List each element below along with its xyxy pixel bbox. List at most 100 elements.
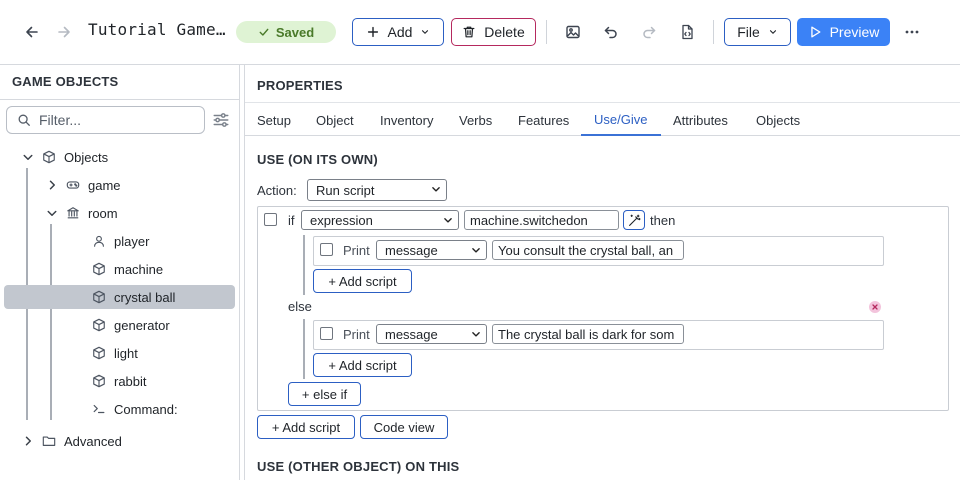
tab-setup[interactable]: Setup (257, 113, 291, 128)
else-label: else (288, 299, 312, 314)
cube-icon (93, 346, 105, 360)
then-print-checkbox[interactable] (320, 243, 333, 256)
if-label: if (288, 213, 295, 228)
then-print-type-select[interactable]: message (376, 240, 487, 260)
tree-item-player[interactable]: player (92, 229, 149, 253)
action-label: Action: (257, 183, 297, 198)
use-on-own-title: USE (ON ITS OWN) (257, 152, 378, 167)
properties-panel: PROPERTIES Setup Object Inventory Verbs … (244, 65, 960, 480)
search-icon (18, 114, 30, 126)
magic-wand-icon (628, 214, 641, 226)
close-icon (872, 304, 878, 310)
tree-item-label: rabbit (114, 373, 147, 389)
tree-item-label: room (88, 205, 118, 221)
main-panel: PROPERTIES Setup Object Inventory Verbs … (240, 64, 960, 480)
properties-title: PROPERTIES (257, 78, 343, 93)
filter-input[interactable]: Filter... (6, 106, 205, 134)
delete-button[interactable]: Delete (451, 18, 536, 46)
file-menu-button[interactable]: File (724, 18, 791, 46)
tab-verbs[interactable]: Verbs (459, 113, 492, 128)
add-label: Add (387, 24, 413, 40)
tree-item-game[interactable]: game (66, 173, 121, 197)
action-select[interactable]: Run script (307, 179, 447, 201)
preview-label: Preview (829, 24, 880, 40)
tab-features[interactable]: Features (518, 113, 569, 128)
condition-type-value: expression (310, 212, 373, 228)
columns-building-icon (67, 207, 79, 219)
tree-item-command[interactable]: Command: (92, 397, 178, 421)
condition-type-select[interactable]: expression (301, 210, 459, 230)
chevron-down-icon[interactable] (22, 151, 34, 163)
chevron-down-icon[interactable] (46, 207, 58, 219)
else-add-script-button[interactable]: + Add script (313, 353, 412, 377)
tree-item-label: Objects (64, 149, 109, 165)
preview-button[interactable]: Preview (797, 18, 890, 46)
chevron-down-icon (769, 30, 776, 34)
toolbar: Tutorial Game… Saved Add Delete File Pre… (0, 0, 960, 64)
else-print-type-select[interactable]: message (376, 324, 487, 344)
tab-use-give[interactable]: Use/Give (594, 112, 647, 127)
chevron-right-icon[interactable] (46, 179, 58, 191)
active-tab-indicator (581, 134, 661, 136)
add-script-button[interactable]: + Add script (257, 415, 355, 439)
chevron-down-icon (444, 218, 452, 223)
condition-expression-input[interactable]: machine.switchedon (464, 210, 619, 230)
image-button[interactable] (559, 18, 587, 46)
sidebar: GAME OBJECTS Filter... Objects game room… (0, 64, 240, 480)
expression-wizard-button[interactable] (623, 210, 645, 230)
tree-line (50, 224, 52, 420)
folder-icon (42, 436, 56, 446)
tree-item-light[interactable]: light (92, 341, 138, 365)
tree-item-objects[interactable]: Objects (42, 145, 108, 169)
sidebar-header: GAME OBJECTS (12, 74, 119, 89)
tree-item-machine[interactable]: machine (92, 257, 163, 281)
else-print-text-input[interactable]: The crystal ball is dark for som (492, 324, 684, 344)
else-print-checkbox[interactable] (320, 327, 333, 340)
more-options-button[interactable] (898, 18, 926, 46)
tree-item-label: Command: (114, 401, 178, 417)
code-view-button[interactable]: Code view (360, 415, 448, 439)
tree-item-room[interactable]: room (66, 201, 118, 225)
tree-item-label: light (114, 345, 138, 361)
else-print-type-value: message (385, 326, 438, 342)
user-icon (94, 235, 104, 247)
tab-inventory[interactable]: Inventory (380, 113, 433, 128)
tree-item-rabbit[interactable]: rabbit (92, 369, 147, 393)
undo-button[interactable] (597, 18, 625, 46)
else-if-button[interactable]: + else if (288, 382, 361, 406)
chevron-down-icon (472, 332, 480, 337)
tab-object[interactable]: Object (316, 113, 354, 128)
arrow-right-icon (58, 26, 70, 38)
code-file-icon (682, 24, 693, 40)
cube-icon (43, 150, 55, 164)
code-file-button[interactable] (673, 18, 701, 46)
tree-item-label: Advanced (64, 433, 122, 449)
chevron-down-icon (422, 30, 429, 34)
tab-attributes[interactable]: Attributes (673, 113, 728, 128)
game-title[interactable]: Tutorial Game… (88, 20, 228, 39)
chevron-right-icon[interactable] (22, 435, 34, 447)
then-print-text-input[interactable]: You consult the crystal ball, an (492, 240, 684, 260)
sidebar-divider (0, 99, 239, 100)
sliders-icon[interactable] (212, 111, 230, 129)
redo-button[interactable] (635, 18, 663, 46)
trash-icon (463, 26, 475, 38)
use-other-object-title: USE (OTHER OBJECT) ON THIS (257, 459, 460, 474)
tab-objects[interactable]: Objects (756, 113, 800, 128)
tree-item-generator[interactable]: generator (92, 313, 170, 337)
tree-item-crystal-ball[interactable]: crystal ball (92, 285, 175, 309)
if-checkbox[interactable] (264, 213, 277, 226)
else-print-label: Print (343, 327, 370, 342)
tree-item-label: game (88, 177, 121, 193)
remove-else-button[interactable] (869, 301, 881, 313)
back-button[interactable] (18, 18, 46, 46)
tree-item-label: player (114, 233, 150, 249)
toolbar-divider (713, 20, 714, 44)
redo-icon (643, 26, 656, 39)
forward-button[interactable] (50, 18, 78, 46)
then-add-script-button[interactable]: + Add script (313, 269, 412, 293)
tree-item-advanced[interactable]: Advanced (42, 429, 122, 453)
add-button[interactable]: Add (352, 18, 444, 46)
cube-icon (93, 318, 105, 332)
play-icon (810, 26, 821, 38)
